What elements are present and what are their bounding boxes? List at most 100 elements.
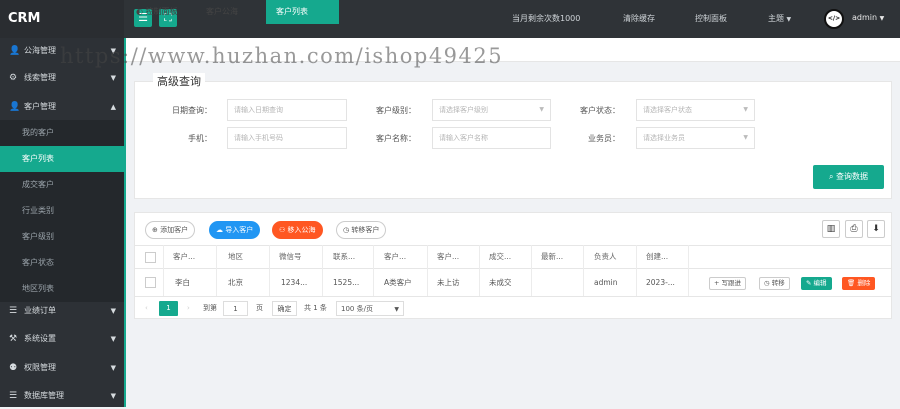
tab-customer-pool[interactable]: 客户公海 <box>196 0 248 24</box>
status-select[interactable]: 请选择客户状态 ▼ <box>636 99 755 121</box>
goto-confirm-button[interactable]: 确定 <box>272 301 297 316</box>
page-size-select[interactable]: 100 条/页 ▼ <box>336 301 404 316</box>
cell-created: 2023-... <box>646 278 675 287</box>
clock-icon: ◷ <box>764 279 772 287</box>
row-transfer-button[interactable]: ◷ 转移 <box>759 277 790 290</box>
sidebar-group-leads[interactable]: ⚙ 线索管理 ▼ <box>0 65 124 91</box>
sidebar-group-customers[interactable]: 👤 客户管理 ▲ <box>0 94 124 120</box>
table-header-divider <box>135 268 891 269</box>
column-divider <box>163 245 164 296</box>
goto-page-input[interactable]: 1 <box>223 301 248 316</box>
status-select-value: 请选择客户状态 <box>643 106 692 114</box>
sidebar-group-label: 系统设置 <box>24 334 56 343</box>
columns-button[interactable]: ▥ <box>822 220 840 238</box>
th-created[interactable]: 创建... <box>646 246 668 268</box>
move-to-pool-button[interactable]: ⚇ 移入公海 <box>272 221 323 239</box>
th-latest[interactable]: 最新... <box>541 246 563 268</box>
sidebar-accent-border <box>124 38 126 407</box>
sidebar-item-industry[interactable]: 行业类别 <box>0 198 124 224</box>
add-customer-label: 添加客户 <box>160 226 189 234</box>
user-avatar[interactable]: </> <box>824 9 844 29</box>
home-icon: ◐ <box>136 7 146 16</box>
quota-text: 当月剩余次数1000 <box>512 14 581 23</box>
th-region[interactable]: 地区 <box>228 246 243 268</box>
cell-customer-level: A类客户 <box>384 278 412 287</box>
select-all-checkbox[interactable] <box>145 252 156 263</box>
th-customer-name[interactable]: 客户... <box>173 246 195 268</box>
sidebar-group-database[interactable]: ☰ 数据库管理 ▼ <box>0 383 124 409</box>
chevron-down-icon: ▼ <box>110 392 116 400</box>
date-input[interactable]: 请输入日期查询 <box>227 99 347 121</box>
clear-cache-link[interactable]: 清除缓存 <box>623 13 655 24</box>
export-icon: ⬇ <box>872 224 880 234</box>
th-owner[interactable]: 负责人 <box>594 246 617 268</box>
chevron-down-icon: ▼ <box>786 16 792 23</box>
cell-customer-name: 李白 <box>175 278 190 287</box>
row-edit-button[interactable]: ✎ 编辑 <box>801 277 832 290</box>
tab-customer-list[interactable]: 客户列表 <box>266 0 339 24</box>
sidebar-group-label: 数据库管理 <box>24 391 64 400</box>
export-button[interactable]: ⬇ <box>867 220 885 238</box>
control-panel-link[interactable]: 控制面板 <box>695 13 727 24</box>
sidebar-item-customer-level[interactable]: 客户级别 <box>0 224 124 250</box>
columns-icon: ▥ <box>826 224 836 234</box>
user-icon: 👤 <box>9 46 21 56</box>
theme-menu[interactable]: 主题 ▼ <box>768 13 791 24</box>
level-select[interactable]: 请选择客户级别 ▼ <box>432 99 551 121</box>
column-divider <box>269 245 270 296</box>
import-customer-button[interactable]: ☁ 导入客户 <box>209 221 261 239</box>
database-icon: ☰ <box>9 391 18 401</box>
row-checkbox[interactable] <box>145 277 156 288</box>
th-customer-status[interactable]: 客户... <box>437 246 459 268</box>
salesman-select[interactable]: 请选择业务员 ▼ <box>636 127 755 149</box>
tab-control-panel[interactable]: ◐ 控制面板 <box>126 0 188 24</box>
th-wechat[interactable]: 微信号 <box>279 246 302 268</box>
search-button[interactable]: ⌕ 查询数据 <box>813 165 884 189</box>
column-divider <box>531 245 532 296</box>
search-button-label: 查询数据 <box>836 172 869 181</box>
print-icon: ⎙ <box>850 224 858 234</box>
cell-region: 北京 <box>228 278 243 287</box>
username: admin <box>852 13 878 22</box>
chevron-down-icon: ▼ <box>110 335 116 343</box>
print-button[interactable]: ⎙ <box>845 220 863 238</box>
th-customer-level[interactable]: 客户... <box>384 246 406 268</box>
name-label: 客户名称： <box>376 134 416 143</box>
sidebar-group-permissions[interactable]: ⚉ 权限管理 ▼ <box>0 355 124 381</box>
phone-input[interactable]: 请输入手机号码 <box>227 127 347 149</box>
customer-name-input[interactable]: 请输入客户名称 <box>432 127 551 149</box>
chevron-down-icon: ▼ <box>110 364 116 372</box>
users-icon: ⚇ <box>279 226 288 234</box>
sidebar-group-settings[interactable]: ⚒ 系统设置 ▼ <box>0 326 124 352</box>
write-followup-button[interactable]: + 写跟进 <box>709 277 747 290</box>
plus-icon: ⊕ <box>152 226 161 234</box>
add-customer-button[interactable]: ⊕ 添加客户 <box>145 221 196 239</box>
table-bottom-border <box>135 296 891 297</box>
sidebar-item-my-customers[interactable]: 我的客户 <box>0 120 124 146</box>
date-label: 日期查询： <box>172 106 212 115</box>
column-divider <box>583 245 584 296</box>
chevron-down-icon: ▼ <box>743 106 748 113</box>
tab-label: 控制面板 <box>145 7 178 16</box>
th-contact[interactable]: 联系... <box>333 246 355 268</box>
chevron-down-icon: ▼ <box>110 74 116 82</box>
app-brand[interactable]: CRM <box>0 0 124 38</box>
row-delete-button[interactable]: 🗑 删除 <box>842 277 876 290</box>
page-1-button[interactable]: 1 <box>159 301 178 316</box>
chevron-down-icon: ▼ <box>539 106 544 113</box>
sidebar-item-customer-status[interactable]: 客户状态 <box>0 250 124 276</box>
write-followup-label: 写跟进 <box>721 279 742 287</box>
import-customer-label: 导入客户 <box>225 226 254 234</box>
th-deal[interactable]: 成交... <box>489 246 511 268</box>
sidebar-group-label: 客户管理 <box>24 102 56 111</box>
transfer-customer-button[interactable]: ◷ 转移客户 <box>336 221 387 239</box>
sidebar-item-customer-list[interactable]: 客户列表 <box>0 146 124 172</box>
cell-deal: 未成交 <box>489 278 512 287</box>
sidebar-item-deal-customers[interactable]: 成交客户 <box>0 172 124 198</box>
prev-page-icon[interactable]: ‹ <box>145 301 148 316</box>
next-page-icon[interactable]: › <box>187 301 190 316</box>
row-delete-label: 删除 <box>857 279 871 287</box>
user-menu[interactable]: admin ▼ <box>852 13 884 22</box>
sidebar-group-orders[interactable]: ☰ 业绩订单 ▼ <box>0 298 124 324</box>
page-size-value: 100 条/页 <box>341 305 373 313</box>
